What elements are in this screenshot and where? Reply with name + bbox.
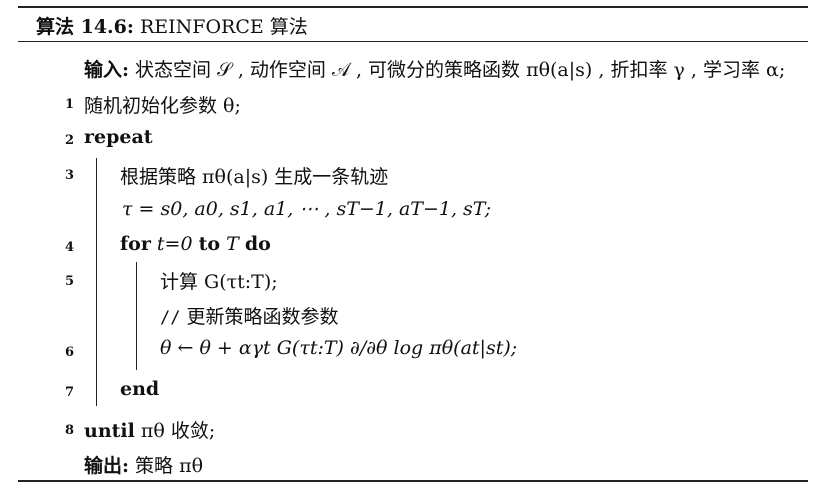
line-number: 6 bbox=[64, 345, 74, 360]
line-number: 2 bbox=[64, 133, 74, 148]
comment-text: 更新策略函数参数 bbox=[180, 306, 339, 328]
comment-line: // 更新策略函数参数 bbox=[160, 302, 339, 329]
caption-prefix: 算法 14.6: bbox=[36, 16, 134, 38]
caption-title: REINFORCE 算法 bbox=[139, 16, 308, 38]
to-keyword: to bbox=[198, 233, 221, 255]
for-block-bar bbox=[136, 262, 137, 370]
end-keyword: end bbox=[120, 378, 160, 400]
step-init: 随机初始化参数 θ; bbox=[84, 95, 241, 117]
for-start: t=0 bbox=[150, 233, 199, 255]
trajectory-formula: τ = s0, a0, s1, a1, ⋯ , sT−1, aT−1, sT; bbox=[122, 198, 492, 220]
repeat-keyword: repeat bbox=[84, 126, 153, 148]
comment-marker: // bbox=[160, 308, 181, 328]
step-compute-return: 计算 G(τt:T); bbox=[160, 271, 278, 293]
until-line: until πθ 收敛; bbox=[84, 416, 215, 443]
line-number: 5 bbox=[64, 274, 74, 289]
do-keyword: do bbox=[244, 233, 271, 255]
output-text: 策略 πθ bbox=[129, 455, 204, 477]
line-number: 8 bbox=[64, 423, 74, 438]
line-number: 3 bbox=[64, 168, 74, 183]
for-keyword: for bbox=[120, 233, 151, 255]
input-text: 状态空间 𝒮 , 动作空间 𝒜 , 可微分的策略函数 πθ(a|s) , 折扣率… bbox=[129, 59, 786, 81]
line-number: 4 bbox=[64, 240, 74, 255]
until-condition: πθ 收敛; bbox=[134, 420, 216, 442]
top-rule bbox=[18, 6, 808, 8]
output-label: 输出: bbox=[84, 455, 130, 477]
output-line: 输出: 策略 πθ bbox=[84, 451, 203, 478]
bottom-rule bbox=[18, 480, 808, 482]
input-line: 输入: 状态空间 𝒮 , 动作空间 𝒜 , 可微分的策略函数 πθ(a|s) ,… bbox=[84, 55, 785, 82]
algorithm-caption: 算法 14.6: REINFORCE 算法 bbox=[36, 12, 308, 39]
step-generate-trajectory: 根据策略 πθ(a|s) 生成一条轨迹 bbox=[120, 166, 389, 188]
for-line: for t=0 to T do bbox=[120, 233, 271, 255]
repeat-block-bar bbox=[96, 158, 97, 406]
until-keyword: until bbox=[84, 420, 135, 442]
line-number: 1 bbox=[64, 97, 74, 112]
input-label: 输入: bbox=[84, 59, 130, 81]
caption-rule bbox=[18, 41, 808, 43]
for-end: T bbox=[220, 233, 245, 255]
update-formula: θ ← θ + αγt G(τt:T) ∂/∂θ log πθ(at|st); bbox=[160, 337, 518, 359]
line-number: 7 bbox=[64, 385, 74, 400]
